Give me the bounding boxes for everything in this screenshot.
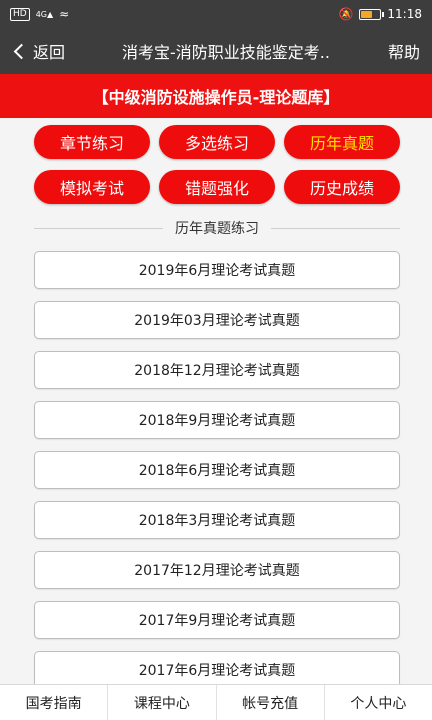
history-scores-button[interactable]: 历史成绩 xyxy=(284,170,400,204)
tab-exam-guide[interactable]: 国考指南 xyxy=(0,685,109,720)
divider xyxy=(271,227,400,229)
exam-item[interactable]: 2018年3月理论考试真题 xyxy=(34,501,400,539)
exam-item[interactable]: 2019年03月理论考试真题 xyxy=(34,301,400,339)
signal-icon: 4G▲ xyxy=(35,9,54,19)
exam-item[interactable]: 2017年12月理论考试真题 xyxy=(34,551,400,589)
help-button[interactable]: 帮助 xyxy=(372,39,432,63)
status-left: HD 4G▲ ≈ xyxy=(10,7,69,21)
hd-badge: HD xyxy=(10,7,30,21)
battery-icon xyxy=(359,8,385,20)
back-button[interactable]: 返回 xyxy=(0,39,80,63)
page-title: 消考宝-消防职业技能鉴定考.. xyxy=(122,43,330,62)
section-header: 历年真题练习 xyxy=(34,216,400,240)
wifi-icon: ≈ xyxy=(59,7,70,21)
chapter-practice-button[interactable]: 章节练习 xyxy=(34,125,150,159)
mute-icon: 🔕 xyxy=(338,7,354,21)
nav-bar: 返回 消考宝-消防职业技能鉴定考.. 帮助 xyxy=(0,28,432,74)
tab-account-recharge[interactable]: 帐号充值 xyxy=(217,685,325,720)
exam-list: 2019年6月理论考试真题 2019年03月理论考试真题 2018年12月理论考… xyxy=(34,251,400,701)
past-exams-button[interactable]: 历年真题 xyxy=(284,125,400,159)
wrong-questions-button[interactable]: 错题强化 xyxy=(159,170,275,204)
clock: 11:18 xyxy=(387,7,422,21)
exam-item[interactable]: 2018年6月理论考试真题 xyxy=(34,451,400,489)
status-bar: HD 4G▲ ≈ 🔕 11:18 xyxy=(0,0,432,28)
function-buttons: 章节练习 多选练习 历年真题 模拟考试 错题强化 历史成绩 xyxy=(34,125,400,204)
exam-item[interactable]: 2017年9月理论考试真题 xyxy=(34,601,400,639)
multi-choice-practice-button[interactable]: 多选练习 xyxy=(159,125,275,159)
tab-personal-center[interactable]: 个人中心 xyxy=(325,685,432,720)
tab-course-center[interactable]: 课程中心 xyxy=(108,685,217,720)
divider xyxy=(34,227,163,229)
exam-item[interactable]: 2019年6月理论考试真题 xyxy=(34,251,400,289)
course-banner: 【中级消防设施操作员-理论题库】 xyxy=(0,74,432,118)
section-title: 历年真题练习 xyxy=(175,221,259,237)
battery-level xyxy=(361,10,373,18)
back-label: 返回 xyxy=(33,43,66,62)
exam-item[interactable]: 2018年12月理论考试真题 xyxy=(34,351,400,389)
chevron-left-icon xyxy=(13,43,30,59)
bottom-tab-bar: 国考指南 课程中心 帐号充值 个人中心 xyxy=(0,684,432,720)
status-right: 🔕 11:18 xyxy=(338,7,422,21)
mock-exam-button[interactable]: 模拟考试 xyxy=(34,170,150,204)
exam-item[interactable]: 2018年9月理论考试真题 xyxy=(34,401,400,439)
